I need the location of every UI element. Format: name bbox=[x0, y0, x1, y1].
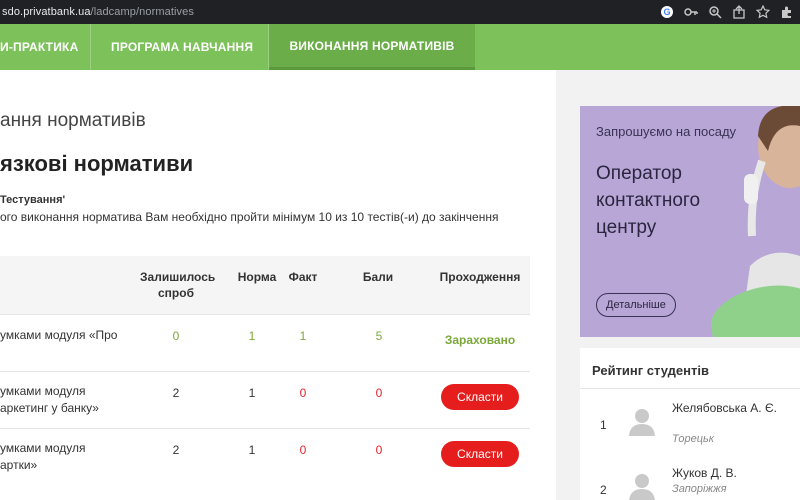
ad-job-title: Оператор контактного центру bbox=[596, 163, 701, 238]
ad-invite-text: Запрошуємо на посаду bbox=[596, 124, 737, 139]
table-row: умками модуля аркетинг у банку» 2 1 0 0 С… bbox=[0, 371, 530, 428]
url-text[interactable]: sdo.privatbank.ua/ladcamp/normatives bbox=[2, 6, 194, 18]
test-name: Тестування' bbox=[0, 194, 66, 206]
student-rank: 1 bbox=[600, 418, 607, 432]
tab-practice[interactable]: И-ПРАКТИКА bbox=[0, 24, 91, 70]
row-points: 0 bbox=[375, 443, 383, 457]
row-points: 0 bbox=[375, 386, 383, 400]
student-item[interactable]: 2 Жуков Д. В. Запоріжжя bbox=[580, 461, 800, 500]
job-ad-banner[interactable]: Запрошуємо на посаду Оператор контактног… bbox=[580, 106, 800, 337]
header-fact: Факт bbox=[288, 270, 318, 284]
row-norm: 1 bbox=[248, 443, 256, 457]
student-rating-panel: Рейтинг студентів 1 Желябовська А. Є. То… bbox=[580, 348, 800, 500]
row-norm: 1 bbox=[248, 329, 256, 343]
star-icon[interactable] bbox=[756, 5, 770, 19]
url-path: /ladcamp/normatives bbox=[90, 6, 194, 18]
browser-toolbar-icons: G bbox=[660, 0, 794, 24]
details-button[interactable]: Детальніше bbox=[596, 293, 676, 317]
student-city: Запоріжжя bbox=[672, 483, 727, 495]
normatives-table: Залишилось спроб Норма Факт Бали Проходж… bbox=[0, 256, 530, 485]
extension-icon[interactable] bbox=[780, 5, 794, 19]
student-city: Торецьк bbox=[672, 433, 714, 445]
row-attempts: 0 bbox=[172, 329, 180, 343]
avatar-icon bbox=[629, 409, 655, 436]
row-fact: 0 bbox=[299, 386, 307, 400]
header-points: Бали bbox=[362, 270, 394, 284]
table-row: умками модуля «Про 0 1 1 5 Зараховано bbox=[0, 314, 530, 371]
student-name: Желябовська А. Є. bbox=[672, 401, 777, 415]
test-requirement-note: ого виконання норматива Вам необхідно пр… bbox=[0, 210, 499, 224]
rating-title: Рейтинг студентів bbox=[592, 363, 709, 378]
row-test-name: умками модуля аркетинг у банку» bbox=[0, 384, 99, 415]
row-points: 5 bbox=[375, 329, 383, 343]
header-attempts: Залишилось спроб bbox=[140, 270, 216, 300]
row-test-name: умками модуля «Про bbox=[0, 328, 118, 342]
row-fact: 0 bbox=[299, 443, 307, 457]
main-content: ання нормативів язкові нормативи Тестува… bbox=[0, 70, 556, 500]
header-status: Проходження bbox=[439, 270, 521, 284]
student-name: Жуков Д. В. bbox=[672, 466, 737, 480]
take-test-button[interactable]: Скласти bbox=[441, 384, 519, 410]
tab-training-program[interactable]: ПРОГРАМА НАВЧАННЯ bbox=[91, 24, 269, 70]
tab-normatives[interactable]: ВИКОНАННЯ НОРМАТИВІВ bbox=[269, 24, 475, 70]
key-icon[interactable] bbox=[684, 5, 698, 19]
main-navigation: И-ПРАКТИКА ПРОГРАМА НАВЧАННЯ ВИКОНАННЯ Н… bbox=[0, 24, 800, 70]
row-norm: 1 bbox=[248, 386, 256, 400]
avatar-icon bbox=[629, 474, 655, 500]
row-attempts: 2 bbox=[172, 443, 180, 457]
url-host: sdo.privatbank.ua bbox=[2, 6, 91, 18]
header-norm: Норма bbox=[237, 270, 277, 284]
page-title: ання нормативів bbox=[0, 110, 146, 131]
browser-address-bar[interactable]: sdo.privatbank.ua/ladcamp/normatives G bbox=[0, 0, 800, 24]
google-icon[interactable]: G bbox=[660, 5, 674, 19]
table-header: Залишилось спроб Норма Факт Бали Проходж… bbox=[0, 256, 530, 314]
zoom-icon[interactable] bbox=[708, 5, 722, 19]
row-fact: 1 bbox=[299, 329, 307, 343]
divider bbox=[580, 388, 800, 389]
take-test-button[interactable]: Скласти bbox=[441, 441, 519, 467]
student-rank: 2 bbox=[600, 483, 607, 497]
section-title: язкові нормативи bbox=[0, 151, 194, 176]
row-test-name: умками модуля артки» bbox=[0, 441, 86, 472]
student-item[interactable]: 1 Желябовська А. Є. Торецьк bbox=[580, 396, 800, 456]
table-row: умками модуля артки» 2 1 0 0 Скласти bbox=[0, 428, 530, 485]
status-passed: Зараховано bbox=[444, 333, 516, 347]
row-attempts: 2 bbox=[172, 386, 180, 400]
share-icon[interactable] bbox=[732, 5, 746, 19]
